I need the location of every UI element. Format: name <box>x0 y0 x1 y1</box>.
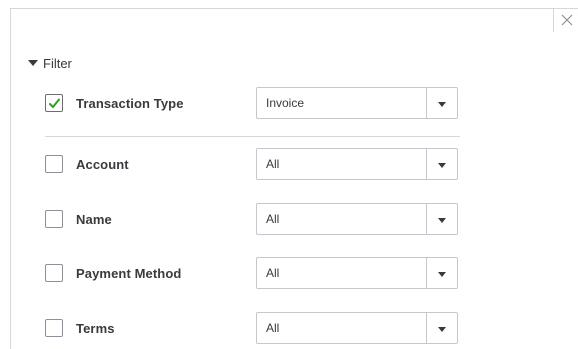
filter-row-transaction-type: Transaction Type Invoice <box>45 86 460 120</box>
transaction-type-select[interactable]: Invoice <box>256 87 458 119</box>
checkmark-icon <box>49 98 60 108</box>
transaction-type-value: Invoice <box>266 96 305 110</box>
name-label: Name <box>76 211 112 227</box>
terms-select[interactable]: All <box>256 312 458 344</box>
filter-section-label: Filter <box>43 55 72 71</box>
payment-method-checkbox[interactable] <box>45 264 63 282</box>
payment-method-dropdown-button[interactable] <box>426 258 457 288</box>
dropdown-arrow-icon <box>438 327 446 332</box>
terms-checkbox[interactable] <box>45 319 63 337</box>
caret-down-icon <box>28 60 38 66</box>
account-checkbox[interactable] <box>45 155 63 173</box>
filter-row-account: Account All <box>45 147 460 181</box>
terms-label: Terms <box>76 320 115 336</box>
filter-section-toggle[interactable]: Filter <box>28 55 72 71</box>
filter-row-payment-method: Payment Method All <box>45 256 460 290</box>
terms-dropdown-button[interactable] <box>426 313 457 343</box>
account-dropdown-button[interactable] <box>426 149 457 179</box>
payment-method-select[interactable]: All <box>256 257 458 289</box>
dropdown-arrow-icon <box>438 272 446 277</box>
account-select[interactable]: All <box>256 148 458 180</box>
name-select[interactable]: All <box>256 203 458 235</box>
transaction-type-checkbox[interactable] <box>45 94 63 112</box>
name-checkbox[interactable] <box>45 210 63 228</box>
divider <box>45 136 460 137</box>
filter-row-terms: Terms All <box>45 311 460 345</box>
name-dropdown-button[interactable] <box>426 204 457 234</box>
name-value: All <box>266 212 280 226</box>
close-icon <box>561 14 573 26</box>
close-button[interactable] <box>553 8 578 32</box>
terms-value: All <box>266 321 280 335</box>
dropdown-arrow-icon <box>438 163 446 168</box>
dropdown-arrow-icon <box>438 102 446 107</box>
filter-row-name: Name All <box>45 202 460 236</box>
transaction-type-dropdown-button[interactable] <box>426 88 457 118</box>
transaction-type-label: Transaction Type <box>76 95 184 111</box>
dropdown-arrow-icon <box>438 218 446 223</box>
payment-method-label: Payment Method <box>76 265 182 281</box>
payment-method-value: All <box>266 266 280 280</box>
account-value: All <box>266 157 280 171</box>
account-label: Account <box>76 156 129 172</box>
